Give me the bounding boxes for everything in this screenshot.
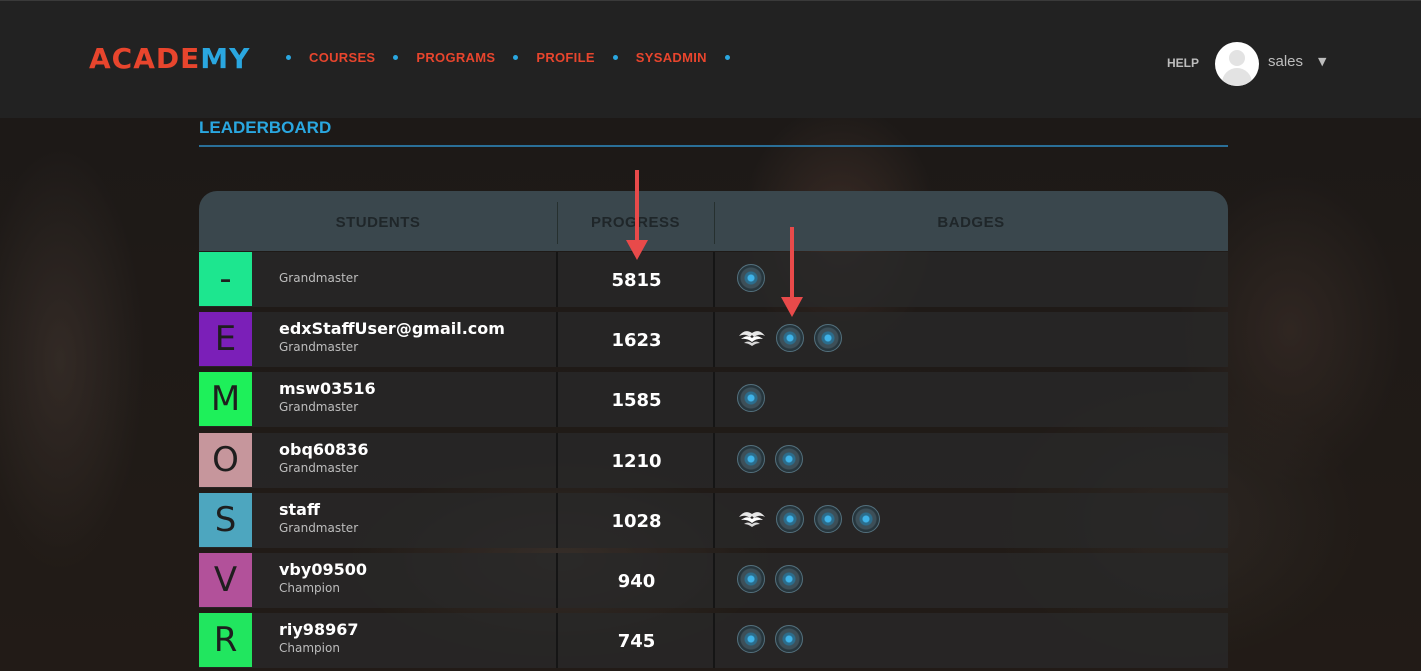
- student-name: msw03516: [279, 379, 376, 398]
- student-name: riy98967: [279, 620, 359, 639]
- nav-profile[interactable]: PROFILE: [536, 50, 594, 65]
- help-link[interactable]: HELP: [1167, 56, 1199, 70]
- badge-list: [737, 264, 775, 292]
- badge-list: [737, 505, 890, 533]
- student-name: staff: [279, 500, 320, 519]
- student-name: obq60836: [279, 440, 369, 459]
- avatar-body: [1222, 68, 1252, 86]
- nav-courses[interactable]: COURSES: [309, 50, 375, 65]
- column-divider: [713, 372, 715, 427]
- nav-dot: [724, 55, 730, 60]
- table-row[interactable]: Vvby09500 Champion 940: [199, 553, 1228, 608]
- logo-text-accent: MY: [200, 42, 251, 75]
- nav-programs[interactable]: PROGRAMS: [416, 50, 495, 65]
- top-header: ACADEMY COURSES PROGRAMS PROFILE SYSADMI…: [0, 0, 1421, 118]
- progress-score: 1210: [611, 451, 662, 472]
- eye-badge-icon[interactable]: [775, 565, 803, 593]
- wings-badge-icon[interactable]: [737, 324, 767, 352]
- main-nav: COURSES PROGRAMS PROFILE SYSADMIN: [286, 50, 748, 65]
- academy-logo[interactable]: ACADEMY: [89, 42, 250, 76]
- eye-badge-icon[interactable]: [814, 505, 842, 533]
- eye-badge-icon[interactable]: [737, 565, 765, 593]
- eye-badge-icon[interactable]: [852, 505, 880, 533]
- progress-score: 1623: [611, 330, 662, 351]
- eye-badge-icon[interactable]: [776, 324, 804, 352]
- student-initial-avatar: V: [199, 553, 252, 607]
- table-row[interactable]: Rriy98967 Champion 745: [199, 613, 1228, 668]
- badge-list: [737, 384, 775, 412]
- column-divider: [556, 553, 558, 608]
- column-divider: [713, 252, 715, 307]
- eye-badge-icon[interactable]: [737, 625, 765, 653]
- student-initial-avatar: E: [199, 312, 252, 366]
- student-level: Grandmaster: [279, 461, 359, 475]
- leaderboard-table: STUDENTS PROGRESS BADGES -Grandmaster581…: [199, 191, 1228, 668]
- column-divider: [556, 433, 558, 488]
- column-divider: [556, 312, 558, 367]
- student-level: Champion: [279, 581, 340, 595]
- student-level: Champion: [279, 641, 340, 655]
- eye-badge-icon[interactable]: [776, 505, 804, 533]
- badge-list: [737, 445, 813, 473]
- nav-dot: [393, 55, 399, 60]
- student-level: Grandmaster: [279, 271, 359, 285]
- nav-dot: [513, 55, 519, 60]
- table-header: STUDENTS PROGRESS BADGES: [199, 191, 1228, 251]
- table-row[interactable]: Sstaff Grandmaster 1028: [199, 493, 1228, 548]
- nav-dot: [286, 55, 291, 60]
- eye-badge-icon[interactable]: [737, 264, 765, 292]
- chevron-down-icon[interactable]: ▼: [1318, 55, 1326, 68]
- student-level: Grandmaster: [279, 400, 359, 414]
- column-divider: [713, 493, 715, 548]
- title-divider: [199, 145, 1228, 147]
- student-name: edxStaffUser@gmail.com: [279, 319, 505, 338]
- page-title: LEADERBOARD: [199, 118, 332, 137]
- column-divider: [556, 372, 558, 427]
- column-divider: [556, 613, 558, 668]
- student-level: Grandmaster: [279, 340, 359, 354]
- student-name: vby09500: [279, 560, 367, 579]
- table-row[interactable]: EedxStaffUser@gmail.com Grandmaster 1623: [199, 312, 1228, 367]
- nav-sysadmin[interactable]: SYSADMIN: [636, 50, 707, 65]
- eye-badge-icon[interactable]: [737, 384, 765, 412]
- student-initial-avatar: M: [199, 372, 252, 426]
- student-initial-avatar: O: [199, 433, 252, 487]
- wings-badge-icon[interactable]: [737, 505, 767, 533]
- column-divider: [713, 433, 715, 488]
- column-divider: [556, 493, 558, 548]
- badge-list: [737, 324, 852, 352]
- user-avatar[interactable]: [1215, 42, 1259, 86]
- table-row[interactable]: - Grandmaster 5815: [199, 252, 1228, 307]
- student-initial-avatar: -: [199, 252, 252, 306]
- column-divider: [713, 613, 715, 668]
- student-initial-avatar: R: [199, 613, 252, 667]
- username-label[interactable]: sales: [1268, 53, 1303, 70]
- table-row[interactable]: Oobq60836 Grandmaster 1210: [199, 433, 1228, 488]
- avatar-head: [1229, 50, 1245, 66]
- logo-text-main: ACADE: [89, 42, 201, 75]
- badge-list: [737, 565, 813, 593]
- nav-dot: [612, 55, 618, 60]
- eye-badge-icon[interactable]: [737, 445, 765, 473]
- column-divider: [556, 252, 558, 307]
- progress-score: 1028: [611, 511, 662, 532]
- annotation-arrow-progress: [626, 170, 648, 260]
- eye-badge-icon[interactable]: [775, 445, 803, 473]
- student-initial-avatar: S: [199, 493, 252, 547]
- progress-score: 745: [617, 631, 656, 652]
- progress-score: 1585: [611, 390, 662, 411]
- column-divider: [713, 553, 715, 608]
- column-header-students: STUDENTS: [335, 214, 421, 231]
- progress-score: 940: [617, 571, 656, 592]
- eye-badge-icon[interactable]: [775, 625, 803, 653]
- annotation-arrow-badges: [781, 227, 803, 317]
- column-divider: [713, 312, 715, 367]
- badge-list: [737, 625, 813, 653]
- student-level: Grandmaster: [279, 521, 359, 535]
- table-row[interactable]: Mmsw03516 Grandmaster 1585: [199, 372, 1228, 427]
- eye-badge-icon[interactable]: [814, 324, 842, 352]
